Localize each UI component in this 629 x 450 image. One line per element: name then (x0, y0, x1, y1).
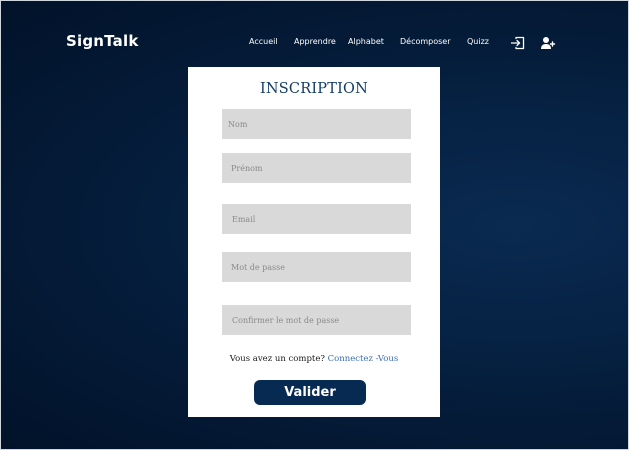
signup-card: INSCRIPTION Vous avez un compte? Connect… (188, 67, 440, 417)
nom-field[interactable] (222, 109, 411, 139)
nav-item-decomposer[interactable]: Décomposer (400, 37, 451, 46)
confirm-password-field[interactable] (222, 305, 411, 335)
nav-item-accueil[interactable]: Accueil (249, 37, 278, 46)
submit-button[interactable]: Valider (254, 380, 366, 405)
brand-logo[interactable]: SignTalk (66, 32, 139, 50)
nav-item-apprendre[interactable]: Apprendre (294, 37, 336, 46)
password-field[interactable] (222, 252, 411, 282)
prenom-field[interactable] (222, 153, 411, 183)
login-link[interactable]: Connectez -Vous (328, 354, 399, 364)
login-prompt: Vous avez un compte? Connectez -Vous (188, 354, 440, 364)
login-icon[interactable] (510, 35, 526, 51)
email-field[interactable] (222, 204, 411, 234)
account-question: Vous avez un compte? (229, 354, 325, 364)
add-user-icon[interactable] (540, 35, 556, 51)
form-title: INSCRIPTION (259, 81, 369, 97)
nav-item-quizz[interactable]: Quizz (467, 37, 489, 46)
nav-item-alphabet[interactable]: Alphabet (348, 37, 384, 46)
